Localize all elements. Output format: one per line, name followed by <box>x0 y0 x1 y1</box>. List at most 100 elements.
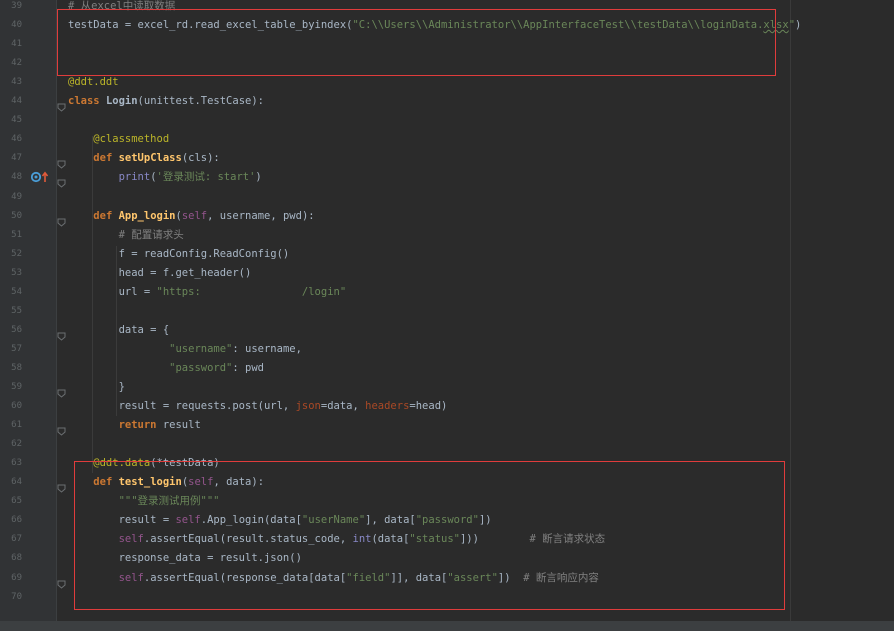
code-token: self <box>181 209 208 222</box>
code-text: head = f.get_header() <box>68 264 252 283</box>
code-text: def setUpClass(cls): <box>68 149 220 168</box>
code-text: @classmethod <box>68 130 169 149</box>
line-number: 50 <box>11 210 22 221</box>
code-line[interactable]: 61 return result <box>0 416 790 435</box>
code-line[interactable]: 46 @classmethod <box>0 130 790 149</box>
line-number: 68 <box>11 553 22 564</box>
line-number: 69 <box>11 572 22 583</box>
line-number: 67 <box>11 534 22 545</box>
code-token: '登录测试: start' <box>156 171 256 184</box>
code-token: "https: /login" <box>156 285 347 298</box>
code-token: url = <box>68 285 157 298</box>
code-line[interactable]: 56 data = { <box>0 321 790 340</box>
code-token: result = requests.post(url, <box>68 400 296 413</box>
code-token: : pwd <box>232 361 264 374</box>
line-number: 47 <box>11 153 22 164</box>
line-number: 64 <box>11 477 22 488</box>
code-editor[interactable]: 39 # 从excel中读取数据 40 testData = excel_rd.rea… <box>0 0 894 631</box>
line-number: 52 <box>11 248 22 259</box>
line-number: 45 <box>11 115 22 126</box>
code-line[interactable]: 62 <box>0 435 790 454</box>
code-text: url = "https: /login" <box>68 283 347 302</box>
line-number: 49 <box>11 191 22 202</box>
code-line[interactable]: 43 @ddt.ddt <box>0 73 790 92</box>
line-number: 44 <box>11 96 22 107</box>
code-token: ) <box>795 19 802 32</box>
horizontal-scrollbar[interactable] <box>0 621 894 631</box>
code-line[interactable]: 50 def App_login(self, username, pwd): <box>0 207 790 226</box>
code-line[interactable]: 44 class Login(unittest.TestCase): <box>0 92 790 111</box>
code-token: setUpClass <box>118 152 182 165</box>
code-token: result <box>162 419 201 432</box>
code-line[interactable]: 53 head = f.get_header() <box>0 264 790 283</box>
code-line[interactable]: 45 <box>0 111 790 130</box>
code-token: json <box>295 400 321 413</box>
code-token: data = { <box>68 323 170 336</box>
line-number: 54 <box>11 286 22 297</box>
code-text: class Login(unittest.TestCase): <box>68 92 264 111</box>
code-token: class <box>68 95 106 108</box>
code-text: f = readConfig.ReadConfig() <box>68 245 290 264</box>
code-token: def <box>93 209 119 222</box>
code-token: "username" <box>169 342 233 355</box>
code-text: # 配置请求头 <box>68 226 184 245</box>
code-line[interactable]: 51 # 配置请求头 <box>0 226 790 245</box>
line-number: 39 <box>11 1 22 11</box>
code-token: print <box>118 171 151 184</box>
code-token: : username, <box>232 342 302 355</box>
code-token: def <box>93 152 119 165</box>
code-token: ) <box>255 171 262 184</box>
code-token: # 配置请求头 <box>68 228 184 241</box>
code-line[interactable]: 59 } <box>0 378 790 397</box>
code-token: , username, pwd): <box>207 209 315 222</box>
line-number: 58 <box>11 362 22 373</box>
code-text: return result <box>68 416 201 435</box>
code-token: headers <box>365 400 410 413</box>
code-token: @classmethod <box>68 133 170 146</box>
code-token: =data, <box>320 400 366 413</box>
line-number: 70 <box>11 591 22 602</box>
line-number: 40 <box>11 20 22 31</box>
line-number: 51 <box>11 229 22 240</box>
line-number: 61 <box>11 420 22 431</box>
line-number: 53 <box>11 267 22 278</box>
code-line[interactable]: 55 <box>0 302 790 321</box>
line-number: 59 <box>11 382 22 392</box>
code-token: return <box>118 419 163 432</box>
highlight-box-testdata <box>57 9 776 76</box>
code-text: data = { <box>68 321 170 340</box>
code-text: def App_login(self, username, pwd): <box>68 207 315 226</box>
line-number: 60 <box>11 401 22 412</box>
line-number: 46 <box>11 134 22 145</box>
code-token: f = readConfig.ReadConfig() <box>68 247 290 260</box>
line-number: 48 <box>11 172 22 183</box>
code-token: (cls): <box>181 152 220 165</box>
code-line[interactable]: 47 def setUpClass(cls): <box>0 149 790 168</box>
code-line[interactable]: 60 result = requests.post(url, json=data… <box>0 397 790 416</box>
code-line[interactable]: 54 url = "https: /login" <box>0 283 790 302</box>
code-token: "password" <box>169 361 233 374</box>
code-token: } <box>68 381 125 393</box>
line-number: 42 <box>11 58 22 69</box>
highlight-box-test-login <box>74 461 785 610</box>
line-number: 41 <box>11 39 22 50</box>
line-number: 55 <box>11 305 22 316</box>
line-number: 43 <box>11 77 22 88</box>
code-line[interactable]: 58 "password": pwd <box>0 359 790 378</box>
code-token: App_login <box>118 209 176 222</box>
code-token: (unittest.TestCase): <box>137 95 264 108</box>
line-number: 65 <box>11 496 22 507</box>
code-line[interactable]: 49 <box>0 188 790 207</box>
line-number: 57 <box>11 343 22 354</box>
code-token: @ddt.ddt <box>68 76 119 89</box>
code-line[interactable]: 57 "username": username, <box>0 340 790 359</box>
code-token: Login <box>105 95 138 108</box>
code-text: print('登录测试: start') <box>68 168 262 187</box>
code-line[interactable]: 52 f = readConfig.ReadConfig() <box>0 245 790 264</box>
code-text: "password": pwd <box>68 359 264 378</box>
code-line[interactable]: 48 print('登录测试: start') <box>0 168 790 187</box>
